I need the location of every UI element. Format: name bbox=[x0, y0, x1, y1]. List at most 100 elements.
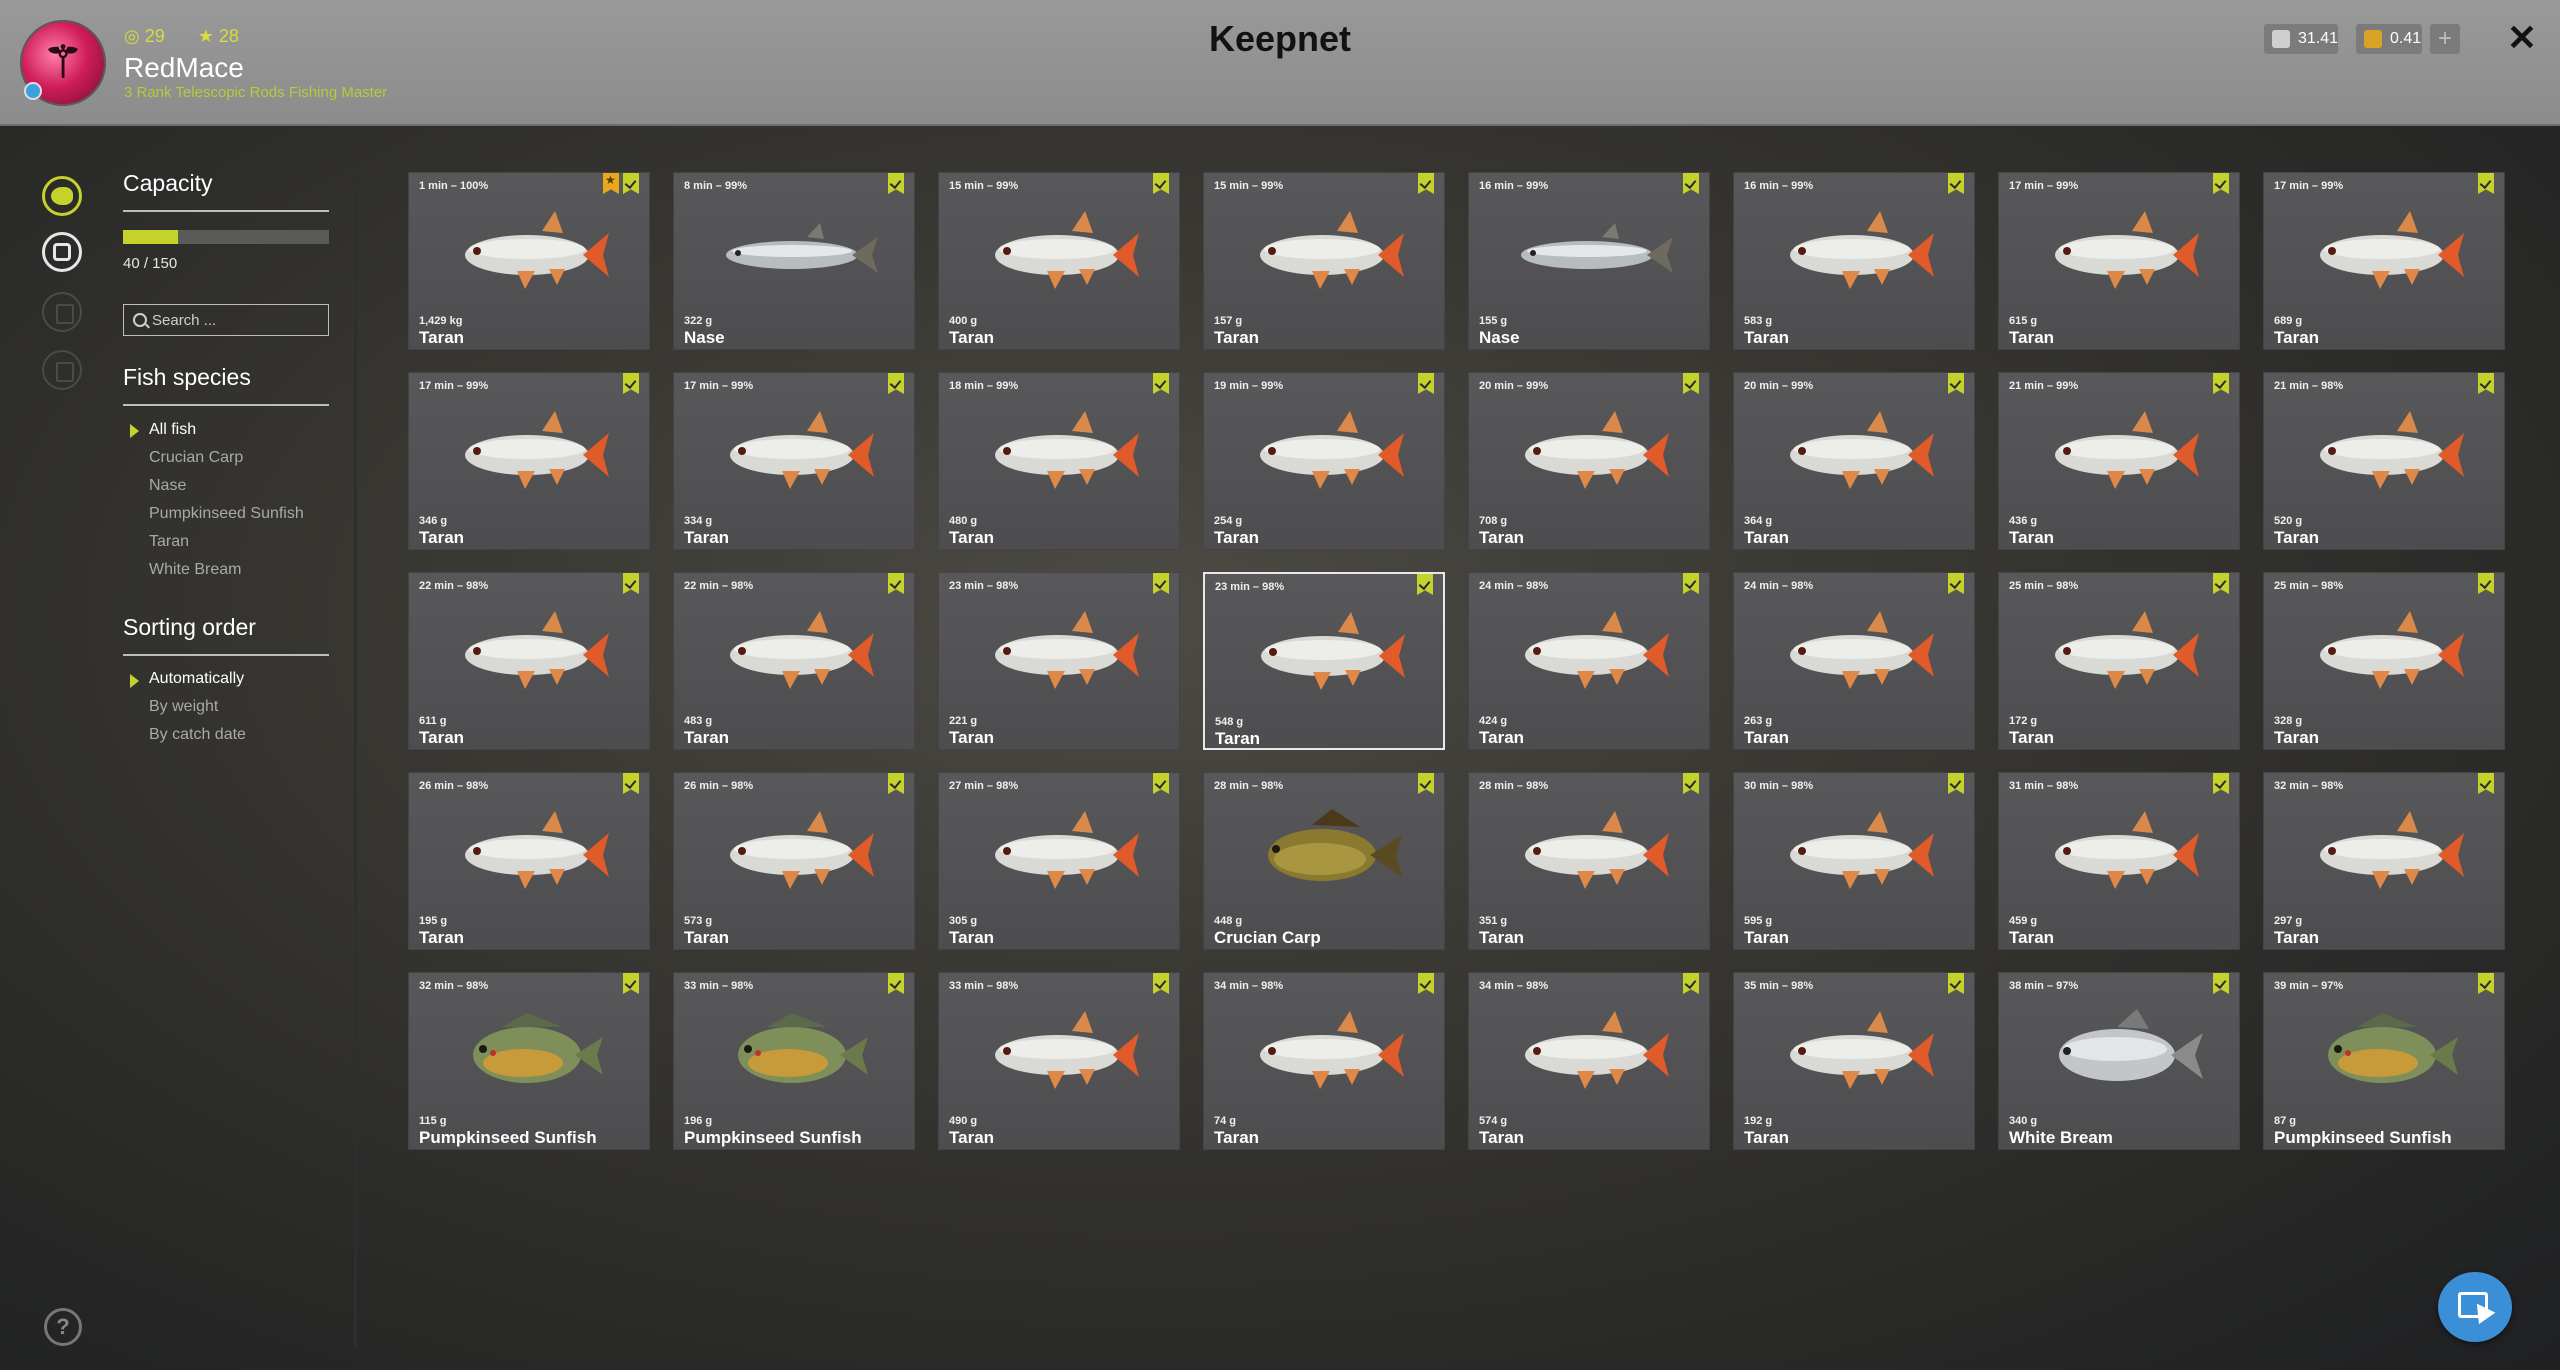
fish-card[interactable]: 17 min – 99% 615 g Taran bbox=[1998, 172, 2240, 350]
fish-card[interactable]: 25 min – 98% 172 g Taran bbox=[1998, 572, 2240, 750]
check-badge-icon[interactable] bbox=[623, 373, 639, 394]
fish-card[interactable]: 30 min – 98% 595 g Taran bbox=[1733, 772, 1975, 950]
fish-card[interactable]: 23 min – 98% 221 g Taran bbox=[938, 572, 1180, 750]
fish-card[interactable]: 15 min – 99% 400 g Taran bbox=[938, 172, 1180, 350]
check-badge-icon[interactable] bbox=[1948, 973, 1964, 994]
check-badge-icon[interactable] bbox=[2478, 373, 2494, 394]
check-badge-icon[interactable] bbox=[623, 173, 639, 194]
sort-option-automatically[interactable]: Automatically bbox=[149, 670, 244, 688]
check-badge-icon[interactable] bbox=[888, 373, 904, 394]
fish-card[interactable]: 20 min – 99% 708 g Taran bbox=[1468, 372, 1710, 550]
fish-card[interactable]: 34 min – 98% 74 g Taran bbox=[1203, 972, 1445, 1150]
check-badge-icon[interactable] bbox=[1683, 573, 1699, 594]
check-badge-icon[interactable] bbox=[1418, 173, 1434, 194]
check-badge-icon[interactable] bbox=[1153, 773, 1169, 794]
catch-time: 32 min – 98% bbox=[419, 980, 489, 992]
species-option-taran[interactable]: Taran bbox=[149, 533, 189, 551]
fish-card[interactable]: 35 min – 98% 192 g Taran bbox=[1733, 972, 1975, 1150]
check-badge-icon[interactable] bbox=[1948, 173, 1964, 194]
check-badge-icon[interactable] bbox=[1418, 773, 1434, 794]
keepnet-tab-icon[interactable] bbox=[42, 176, 82, 216]
check-badge-icon[interactable] bbox=[1948, 773, 1964, 794]
fish-card[interactable]: 32 min – 98% 297 g Taran bbox=[2263, 772, 2505, 950]
check-badge-icon[interactable] bbox=[1683, 173, 1699, 194]
fish-card[interactable]: 16 min – 99% 155 g Nase bbox=[1468, 172, 1710, 350]
fish-card[interactable]: 27 min – 98% 305 g Taran bbox=[938, 772, 1180, 950]
fish-card[interactable]: 21 min – 99% 436 g Taran bbox=[1998, 372, 2240, 550]
fish-card[interactable]: 17 min – 99% 689 g Taran bbox=[2263, 172, 2505, 350]
check-badge-icon[interactable] bbox=[2213, 173, 2229, 194]
check-badge-icon[interactable] bbox=[2478, 973, 2494, 994]
fish-card[interactable]: 33 min – 98% 490 g Taran bbox=[938, 972, 1180, 1150]
check-badge-icon[interactable] bbox=[623, 573, 639, 594]
add-currency-button[interactable]: + bbox=[2430, 24, 2460, 54]
check-badge-icon[interactable] bbox=[888, 573, 904, 594]
fish-card[interactable]: 23 min – 98% 548 g Taran bbox=[1203, 572, 1445, 750]
check-badge-icon[interactable] bbox=[1153, 973, 1169, 994]
check-badge-icon[interactable] bbox=[1417, 574, 1433, 595]
taran-fish-image bbox=[2037, 203, 2207, 308]
fish-card[interactable]: 38 min – 97% 340 g White Bream bbox=[1998, 972, 2240, 1150]
fish-card[interactable]: 26 min – 98% 573 g Taran bbox=[673, 772, 915, 950]
taran-fish-image bbox=[712, 603, 882, 708]
fish-card[interactable]: 34 min – 98% 574 g Taran bbox=[1468, 972, 1710, 1150]
fish-card[interactable]: 15 min – 99% 157 g Taran bbox=[1203, 172, 1445, 350]
sort-option-by-catch-date[interactable]: By catch date bbox=[149, 726, 246, 744]
fish-card[interactable]: 24 min – 98% 424 g Taran bbox=[1468, 572, 1710, 750]
check-badge-icon[interactable] bbox=[1683, 773, 1699, 794]
check-badge-icon[interactable] bbox=[1948, 573, 1964, 594]
sort-option-by-weight[interactable]: By weight bbox=[149, 698, 218, 716]
check-badge-icon[interactable] bbox=[2478, 173, 2494, 194]
check-badge-icon[interactable] bbox=[2213, 973, 2229, 994]
check-badge-icon[interactable] bbox=[1418, 373, 1434, 394]
check-badge-icon[interactable] bbox=[2213, 573, 2229, 594]
check-badge-icon[interactable] bbox=[888, 973, 904, 994]
check-badge-icon[interactable] bbox=[1683, 973, 1699, 994]
check-badge-icon[interactable] bbox=[1153, 173, 1169, 194]
check-badge-icon[interactable] bbox=[2213, 373, 2229, 394]
fish-card[interactable]: 21 min – 98% 520 g Taran bbox=[2263, 372, 2505, 550]
species-option-crucian-carp[interactable]: Crucian Carp bbox=[149, 449, 243, 467]
check-badge-icon[interactable] bbox=[2478, 773, 2494, 794]
species-option-white-bream[interactable]: White Bream bbox=[149, 561, 241, 579]
fish-card[interactable]: 28 min – 98% 448 g Crucian Carp bbox=[1203, 772, 1445, 950]
fish-card[interactable]: 31 min – 98% 459 g Taran bbox=[1998, 772, 2240, 950]
fish-card[interactable]: 22 min – 98% 611 g Taran bbox=[408, 572, 650, 750]
close-button[interactable]: ✕ bbox=[2502, 18, 2542, 58]
check-badge-icon[interactable] bbox=[623, 773, 639, 794]
fish-card[interactable]: 26 min – 98% 195 g Taran bbox=[408, 772, 650, 950]
fish-card[interactable]: 28 min – 98% 351 g Taran bbox=[1468, 772, 1710, 950]
check-badge-icon[interactable] bbox=[1153, 573, 1169, 594]
fish-card[interactable]: 8 min – 99% 322 g Nase bbox=[673, 172, 915, 350]
fish-card[interactable]: 39 min – 97% 87 g Pumpkinseed Sunfish bbox=[2263, 972, 2505, 1150]
check-badge-icon[interactable] bbox=[623, 973, 639, 994]
check-badge-icon[interactable] bbox=[888, 173, 904, 194]
check-badge-icon[interactable] bbox=[2478, 573, 2494, 594]
fish-card[interactable]: 16 min – 99% 583 g Taran bbox=[1733, 172, 1975, 350]
search-input[interactable] bbox=[123, 304, 329, 336]
check-badge-icon[interactable] bbox=[888, 773, 904, 794]
favorite-badge-icon[interactable] bbox=[603, 173, 619, 194]
species-option-all-fish[interactable]: All fish bbox=[149, 421, 196, 439]
species-option-nase[interactable]: Nase bbox=[149, 477, 186, 495]
fish-card[interactable]: 24 min – 98% 263 g Taran bbox=[1733, 572, 1975, 750]
fish-card[interactable]: 25 min – 98% 328 g Taran bbox=[2263, 572, 2505, 750]
fish-card[interactable]: 17 min – 99% 346 g Taran bbox=[408, 372, 650, 550]
species-option-pumpkinseed-sunfish[interactable]: Pumpkinseed Sunfish bbox=[149, 505, 304, 523]
check-badge-icon[interactable] bbox=[2213, 773, 2229, 794]
fish-card[interactable]: 22 min – 98% 483 g Taran bbox=[673, 572, 915, 750]
help-icon[interactable]: ? bbox=[44, 1308, 82, 1346]
check-badge-icon[interactable] bbox=[1418, 973, 1434, 994]
cursor-mode-button[interactable] bbox=[2438, 1272, 2512, 1342]
fish-card[interactable]: 20 min – 99% 364 g Taran bbox=[1733, 372, 1975, 550]
fish-card[interactable]: 32 min – 98% 115 g Pumpkinseed Sunfish bbox=[408, 972, 650, 1150]
fish-card[interactable]: 19 min – 99% 254 g Taran bbox=[1203, 372, 1445, 550]
fish-card[interactable]: 1 min – 100% 1,429 kgTaran bbox=[408, 172, 650, 350]
fish-card[interactable]: 17 min – 99% 334 g Taran bbox=[673, 372, 915, 550]
check-badge-icon[interactable] bbox=[1683, 373, 1699, 394]
fish-card[interactable]: 33 min – 98% 196 g Pumpkinseed Sunfish bbox=[673, 972, 915, 1150]
inventory-tab-icon[interactable] bbox=[42, 232, 82, 272]
check-badge-icon[interactable] bbox=[1153, 373, 1169, 394]
fish-card[interactable]: 18 min – 99% 480 g Taran bbox=[938, 372, 1180, 550]
check-badge-icon[interactable] bbox=[1948, 373, 1964, 394]
